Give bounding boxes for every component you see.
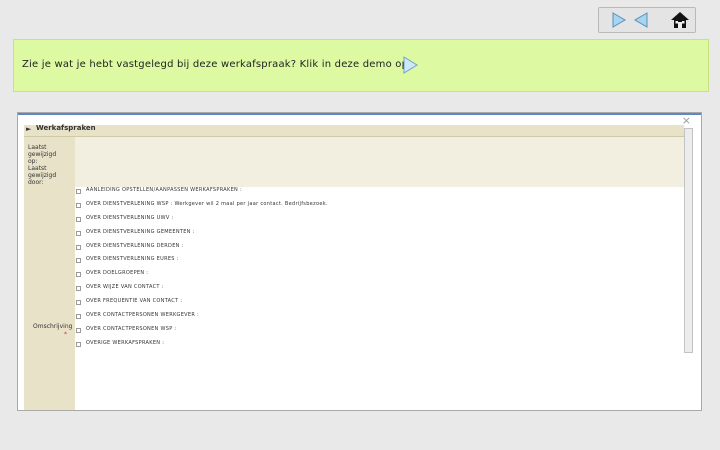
item-text: OVER DIENSTVERLENING GEMEENTEN :: [86, 228, 195, 235]
instruction-text: Zie je wat je hebt vastgelegd bij deze w…: [22, 59, 409, 70]
description-label: Omschrijving: [33, 323, 73, 330]
window-title-bar: [18, 113, 701, 115]
item-checkbox[interactable]: [76, 272, 81, 278]
list-item: OVER FREQUENTIE VAN CONTACT :: [76, 297, 684, 311]
banner-play-button[interactable]: [401, 56, 419, 74]
instruction-banner: Zie je wat je hebt vastgelegd bij deze w…: [13, 39, 709, 92]
list-item: OVER CONTACTPERSONEN WSP :: [76, 325, 684, 339]
list-item: OVER DIENSTVERLENING WSP : Werkgever wil…: [76, 200, 684, 214]
list-item: AANLEIDING OPSTELLEN/AANPASSEN WERKAFSPR…: [76, 186, 684, 200]
item-text: OVER DIENSTVERLENING DERDEN :: [86, 242, 184, 249]
item-checkbox[interactable]: [76, 230, 81, 236]
list-item: OVER DOELGROEPEN :: [76, 269, 684, 283]
expand-arrow-icon: ►: [26, 125, 32, 133]
item-text: OVER CONTACTPERSONEN WSP :: [86, 325, 177, 332]
item-checkbox[interactable]: [76, 202, 81, 208]
item-checkbox[interactable]: [76, 286, 81, 292]
play-left-icon: [634, 12, 648, 28]
previous-button[interactable]: [631, 10, 653, 30]
last-modified-info: Laatst gewijzigd op: Laatst gewijzigd do…: [28, 144, 56, 186]
meta-line: gewijzigd: [28, 151, 57, 158]
item-checkbox[interactable]: [76, 300, 81, 306]
item-text: OVER CONTACTPERSONEN WERKGEVER :: [86, 312, 200, 319]
list-item: OVER DIENSTVERLENING EURES :: [76, 255, 684, 269]
werkafspraken-list: AANLEIDING OPSTELLEN/AANPASSEN WERKAFSPR…: [76, 186, 684, 353]
next-button[interactable]: [607, 10, 629, 30]
list-item: OVERIGE WERKAFSPRAKEN :: [76, 339, 684, 353]
list-item: OVER CONTACTPERSONEN WERKGEVER :: [76, 311, 684, 325]
meta-line: door:: [28, 179, 44, 186]
list-item: OVER DIENSTVERLENING UWV :: [76, 214, 684, 228]
item-checkbox[interactable]: [76, 258, 81, 264]
list-item: OVER DIENSTVERLENING DERDEN :: [76, 242, 684, 256]
meta-line: gewijzigd: [28, 172, 57, 179]
demo-window: × ► Werkafspraken Laatst gewijzigd op: L…: [17, 112, 702, 411]
section-title: Werkafspraken: [36, 124, 96, 132]
item-checkbox[interactable]: [76, 216, 81, 222]
item-text: OVER DOELGROEPEN :: [86, 270, 149, 277]
required-marker: *: [64, 331, 67, 338]
item-checkbox[interactable]: [76, 189, 81, 194]
info-area: [75, 137, 684, 187]
item-checkbox[interactable]: [76, 327, 81, 333]
home-icon: [671, 12, 689, 28]
meta-line: Laatst: [28, 165, 47, 172]
vertical-scrollbar[interactable]: [684, 128, 693, 353]
play-right-icon: [612, 12, 626, 28]
navigation-bar: [598, 7, 696, 33]
home-button[interactable]: [669, 10, 691, 30]
item-text: OVER DIENSTVERLENING WSP : Werkgever wil…: [86, 200, 328, 207]
meta-line: Laatst: [28, 144, 47, 151]
item-text: OVER DIENSTVERLENING EURES :: [86, 256, 179, 263]
item-text: AANLEIDING OPSTELLEN/AANPASSEN WERKAFSPR…: [86, 187, 242, 193]
play-right-icon: [403, 56, 418, 74]
item-text: OVERIGE WERKAFSPRAKEN :: [86, 339, 165, 346]
meta-line: op:: [28, 158, 38, 165]
item-checkbox[interactable]: [76, 314, 81, 320]
item-text: OVER DIENSTVERLENING UWV :: [86, 214, 174, 221]
list-item: OVER WIJZE VAN CONTACT :: [76, 283, 684, 297]
item-checkbox[interactable]: [76, 341, 81, 347]
list-item: OVER DIENSTVERLENING GEMEENTEN :: [76, 228, 684, 242]
item-text: OVER FREQUENTIE VAN CONTACT :: [86, 298, 183, 305]
item-text: OVER WIJZE VAN CONTACT :: [86, 284, 164, 291]
werkafspraken-header[interactable]: ► Werkafspraken: [24, 124, 684, 137]
item-checkbox[interactable]: [76, 244, 81, 250]
